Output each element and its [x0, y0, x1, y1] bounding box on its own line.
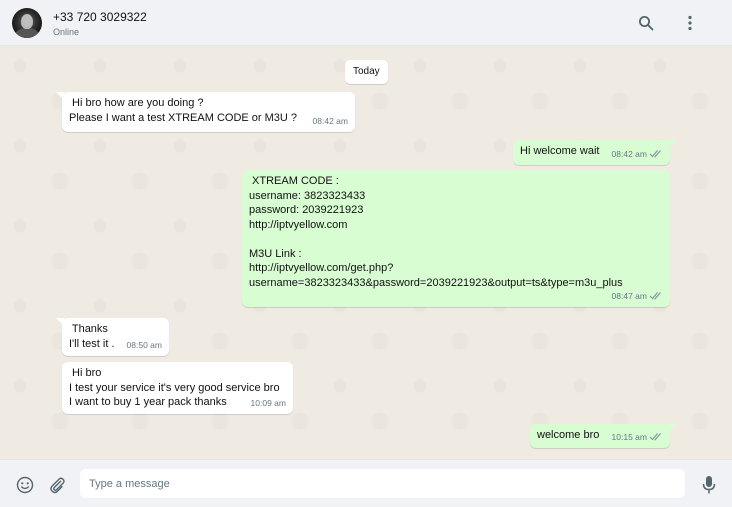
date-chip: Today [345, 60, 388, 84]
attach-icon[interactable] [46, 474, 68, 496]
chat-header: +33 720 3029322 Online [0, 0, 732, 46]
message-time: 08:50 am [126, 339, 162, 350]
message-time: 08:42 am [312, 115, 348, 126]
message-incoming[interactable]: Thanks I'll test it . 08:50 am [56, 318, 169, 356]
message-time: 10:15 am [611, 431, 647, 442]
contact-name[interactable]: +33 720 3029322 [53, 10, 147, 24]
message-line: Hi bro [69, 367, 102, 379]
message-line: Hi bro how are you doing ? [69, 97, 204, 109]
message-line: http://iptvyellow.com [249, 218, 348, 231]
message-line: M3U Link : [249, 247, 302, 260]
chat-area[interactable]: Today Hi bro how are you doing ? Please … [0, 46, 732, 459]
message-line: Please I want a test XTREAM CODE or M3U … [69, 111, 298, 124]
message-outgoing[interactable]: welcome bro 10:15 am [530, 424, 676, 448]
message-line: username=3823323433&password=2039221923&… [249, 276, 623, 289]
microphone-icon[interactable] [698, 474, 720, 496]
emoji-icon[interactable] [14, 474, 36, 496]
message-line: password: 2039221923 [249, 204, 364, 216]
read-ticks-icon [649, 433, 661, 441]
message-outgoing[interactable]: Hi welcome wait 08:42 am [513, 140, 676, 165]
message-outgoing[interactable]: XTREAM CODE : username: 3823323433 passw… [242, 170, 670, 307]
menu-dots-icon[interactable] [679, 12, 701, 34]
message-line [249, 232, 662, 247]
avatar[interactable] [12, 8, 42, 38]
message-line: XTREAM CODE : [249, 175, 339, 187]
read-ticks-icon [649, 292, 661, 300]
message-line: Thanks [69, 323, 108, 335]
message-input[interactable] [80, 469, 685, 498]
contact-status: Online [53, 27, 80, 37]
message-line: username: 3823323433 [249, 189, 366, 202]
message-line: http://iptvyellow.com/get.php? [249, 262, 394, 274]
message-line: I test your service it's very good servi… [69, 381, 280, 394]
message-incoming[interactable]: Hi bro how are you doing ? Please I want… [56, 92, 355, 132]
message-time: 08:47 am [611, 290, 647, 301]
search-icon[interactable] [635, 12, 657, 34]
message-incoming[interactable]: Hi bro I test your service it's very goo… [62, 362, 293, 414]
message-time: 10:09 am [250, 397, 286, 408]
read-ticks-icon [649, 150, 661, 158]
composer-bar [0, 459, 732, 507]
message-time: 08:42 am [611, 148, 647, 159]
